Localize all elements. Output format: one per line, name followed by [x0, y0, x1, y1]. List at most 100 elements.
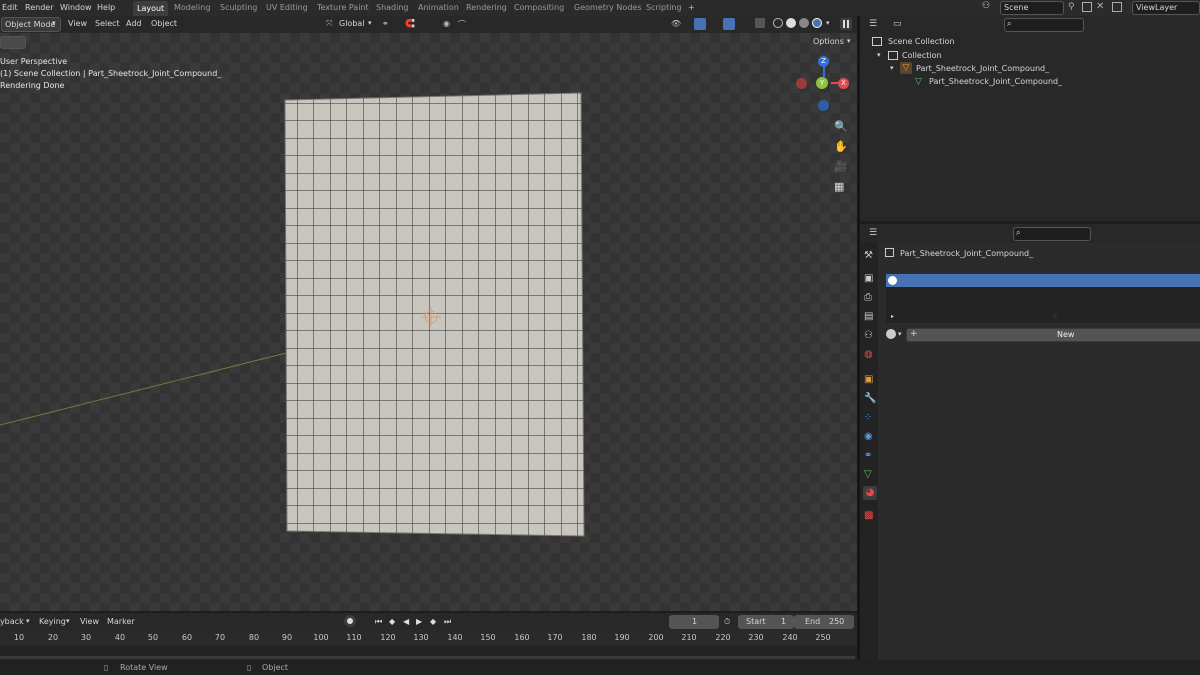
menu-render[interactable]: Render: [25, 3, 53, 12]
gizmo-y-axis[interactable]: Y: [816, 77, 828, 89]
play-icon[interactable]: ▶: [416, 617, 422, 626]
constraints-tab-icon[interactable]: ⚭: [864, 450, 872, 461]
gizmo-toggle-icon[interactable]: [694, 18, 706, 30]
gizmo-neg-x-axis[interactable]: [796, 78, 807, 89]
menu-edit[interactable]: Edit: [2, 3, 18, 12]
tab-rendering[interactable]: Rendering: [466, 3, 507, 12]
tool-tab-icon[interactable]: ⚒: [864, 250, 873, 261]
falloff-icon[interactable]: ⌒: [458, 19, 466, 30]
particles-tab-icon[interactable]: ⁘: [864, 412, 872, 423]
3d-viewport[interactable]: User Perspective (1) Scene Collection | …: [0, 33, 857, 611]
list-resize-handle[interactable]: ::: [1053, 313, 1057, 320]
tab-geometry-nodes[interactable]: Geometry Nodes: [574, 3, 641, 12]
chevron-down-icon[interactable]: ▾: [826, 19, 830, 27]
tab-compositing[interactable]: Compositing: [514, 3, 564, 12]
overlay-toggle-icon[interactable]: [723, 18, 735, 30]
view-layer-field[interactable]: ViewLayer: [1132, 1, 1200, 15]
rendered-shading-icon[interactable]: [812, 18, 822, 28]
record-button[interactable]: [344, 615, 356, 627]
jump-end-icon[interactable]: ⏭: [444, 617, 451, 627]
material-slot-list-selected[interactable]: [886, 274, 1200, 287]
expand-arrow-icon[interactable]: ▸: [891, 313, 894, 320]
modifiers-tab-icon[interactable]: 🔧: [864, 393, 876, 404]
data-tab-icon[interactable]: ▽: [864, 469, 872, 480]
delete-scene-icon[interactable]: ✕: [1096, 1, 1104, 12]
viewport-menu-view[interactable]: View: [68, 19, 87, 28]
stopwatch-icon[interactable]: ⏱: [724, 617, 730, 627]
output-tab-icon[interactable]: ⎙: [864, 292, 872, 303]
camera-icon[interactable]: 🎥: [834, 160, 848, 173]
timeline-marker-menu[interactable]: Marker: [107, 617, 135, 626]
physics-tab-icon[interactable]: ◉: [864, 431, 873, 442]
view-layer-icon[interactable]: [1112, 2, 1122, 12]
editor-type-icon[interactable]: ☰: [869, 228, 877, 238]
outliner-object[interactable]: Part_Sheetrock_Joint_Compound_: [916, 64, 1049, 73]
timeline-view-menu[interactable]: View: [80, 617, 99, 626]
timeline-playback-menu[interactable]: Playback: [0, 617, 24, 626]
tab-animation[interactable]: Animation: [418, 3, 459, 12]
timeline-keying-menu[interactable]: Keying: [39, 617, 66, 626]
render-tab-icon[interactable]: ▣: [864, 273, 873, 284]
viewport-options-button[interactable]: Options: [813, 37, 844, 46]
transform-orientation-dropdown[interactable]: Global: [339, 19, 365, 28]
mode-dropdown[interactable]: Object Mode ▾: [1, 17, 61, 32]
material-tab-icon[interactable]: ◕: [863, 486, 877, 500]
new-material-button[interactable]: + New: [906, 328, 1200, 342]
tab-sculpting[interactable]: Sculpting: [220, 3, 257, 12]
snap-icon[interactable]: 🧲: [405, 19, 415, 28]
jump-start-icon[interactable]: ⏮: [375, 617, 382, 627]
navigation-gizmo[interactable]: Z X Y: [795, 53, 857, 115]
world-tab-icon[interactable]: ◍: [864, 349, 873, 360]
outliner-scene-collection[interactable]: Scene Collection: [888, 37, 955, 46]
start-frame-field[interactable]: Start 1: [738, 615, 794, 629]
viewport-menu-add[interactable]: Add: [126, 19, 142, 28]
menu-help[interactable]: Help: [97, 3, 115, 12]
expand-arrow-icon[interactable]: ▾: [890, 64, 894, 72]
timeline-scrollbar[interactable]: [0, 656, 855, 659]
viewport-menu-select[interactable]: Select: [95, 19, 120, 28]
outliner-search-input[interactable]: ⌕: [1004, 18, 1084, 32]
new-scene-icon[interactable]: [1082, 2, 1092, 12]
viewport-menu-object[interactable]: Object: [151, 19, 177, 28]
scene-tab-icon[interactable]: ⚇: [864, 330, 873, 341]
view-layer-tab-icon[interactable]: ▤: [864, 311, 873, 322]
object-tab-icon[interactable]: ▣: [864, 374, 873, 385]
xray-icon[interactable]: [755, 18, 765, 28]
solid-shading-icon[interactable]: [786, 18, 796, 28]
properties-search-input[interactable]: ⌕: [1013, 227, 1091, 241]
proportional-edit-icon[interactable]: ◉: [443, 19, 450, 28]
pivot-icon[interactable]: ⚭: [382, 19, 389, 28]
pin-icon[interactable]: ⚲: [1068, 2, 1078, 12]
tab-modeling[interactable]: Modeling: [174, 3, 210, 12]
current-frame-field[interactable]: 1: [669, 615, 719, 629]
gizmo-x-axis[interactable]: X: [838, 78, 849, 89]
tab-shading[interactable]: Shading: [376, 3, 409, 12]
scene-field[interactable]: Scene: [1000, 1, 1064, 15]
zoom-icon[interactable]: 🔍: [834, 120, 848, 133]
tab-layout[interactable]: Layout: [133, 1, 169, 16]
grid-perspective-icon[interactable]: ▦: [834, 180, 844, 193]
visibility-icon[interactable]: 👁: [671, 19, 681, 28]
gizmo-neg-z-axis[interactable]: [818, 100, 829, 111]
texture-tab-icon[interactable]: ▩: [864, 510, 873, 521]
expand-arrow-icon[interactable]: ▾: [877, 51, 881, 59]
outliner-collection[interactable]: Collection: [902, 51, 942, 60]
timeline-ruler[interactable]: 10 20 30 40 50 60 70 80 90 100 110 120 1…: [0, 630, 857, 660]
scene-icon[interactable]: ⚇: [982, 1, 994, 13]
play-reverse-icon[interactable]: ◀: [403, 617, 409, 626]
transform-orientation-icon[interactable]: ⤧: [326, 19, 332, 29]
menu-window[interactable]: Window: [60, 3, 92, 12]
hand-pan-icon[interactable]: ✋: [834, 140, 848, 153]
material-browse-icon[interactable]: [886, 329, 896, 339]
end-frame-field[interactable]: End 250: [794, 615, 854, 629]
display-mode-icon[interactable]: ▭: [893, 19, 902, 29]
wireframe-shading-icon[interactable]: [773, 18, 783, 28]
add-workspace-button[interactable]: +: [688, 3, 695, 12]
outliner-mesh[interactable]: Part_Sheetrock_Joint_Compound_: [929, 77, 1062, 86]
editor-type-icon[interactable]: ☰: [869, 19, 877, 29]
gizmo-z-axis[interactable]: Z: [818, 56, 829, 67]
tab-scripting[interactable]: Scripting: [646, 3, 682, 12]
pause-render-icon[interactable]: [840, 18, 852, 30]
tab-uv-editing[interactable]: UV Editing: [266, 3, 308, 12]
material-shading-icon[interactable]: [799, 18, 809, 28]
